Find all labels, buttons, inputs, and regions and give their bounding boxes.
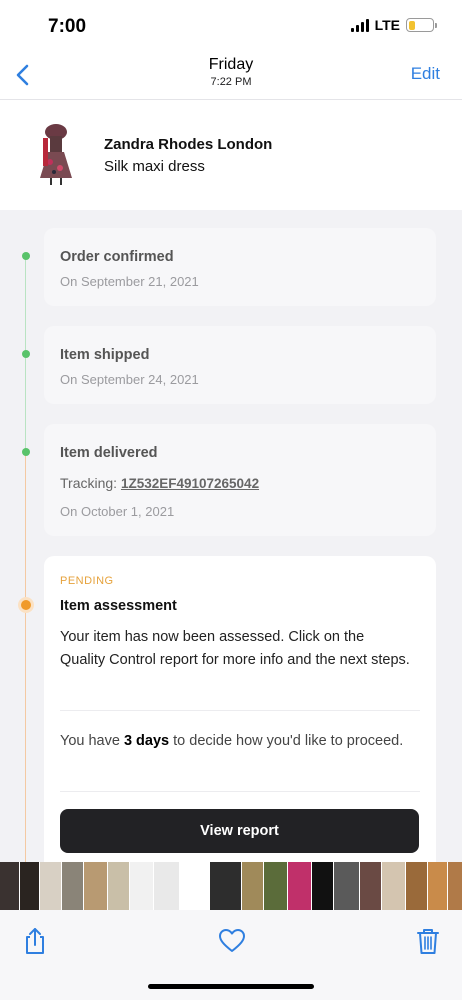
- photo-thumbnail[interactable]: [242, 862, 264, 910]
- nav-bar: Friday 7:22 PM Edit: [0, 50, 462, 100]
- timeline-dot-completed: [22, 252, 30, 260]
- photo-thumbnail[interactable]: [406, 862, 428, 910]
- timeline-dot-completed: [22, 350, 30, 358]
- divider: [60, 791, 420, 792]
- battery-icon: [406, 18, 437, 32]
- decision-days: 3 days: [123, 733, 170, 749]
- home-indicator: [148, 984, 314, 989]
- photo-thumbnail[interactable]: [154, 862, 180, 910]
- timeline-card-item-delivered: Item delivered Tracking: 1Z532EF49107265…: [44, 424, 436, 536]
- timeline-card-item-assessment: PENDING Item assessment Your item has no…: [44, 556, 436, 876]
- photo-thumbnail[interactable]: [428, 862, 448, 910]
- timeline-card-order-confirmed: Order confirmed On September 21, 2021: [44, 228, 436, 306]
- tracking-row: Tracking: 1Z532EF49107265042: [60, 475, 259, 491]
- timeline-title: Order confirmed: [60, 249, 174, 265]
- photo-thumbnail[interactable]: [180, 862, 210, 910]
- nav-title: Friday: [208, 56, 254, 73]
- view-report-button[interactable]: View report: [60, 809, 419, 853]
- network-type: LTE: [374, 17, 400, 33]
- share-icon[interactable]: [20, 926, 50, 956]
- status-badge: PENDING: [60, 575, 114, 587]
- photo-thumbnail[interactable]: [334, 862, 360, 910]
- photo-thumbnail[interactable]: [20, 862, 40, 910]
- tracking-number-link[interactable]: 1Z532EF49107265042: [121, 476, 259, 491]
- trash-icon[interactable]: [413, 926, 443, 956]
- status-indicators: LTE: [350, 17, 437, 33]
- heart-icon[interactable]: [217, 926, 247, 956]
- divider: [60, 710, 420, 711]
- nav-subtitle: 7:22 PM: [210, 76, 252, 88]
- timeline-title: Item delivered: [60, 445, 158, 461]
- photo-thumbnail[interactable]: [40, 862, 62, 910]
- status-bar: 7:00 LTE: [0, 0, 462, 50]
- nav-title-group: Friday 7:22 PM: [0, 56, 462, 88]
- timeline-date: On October 1, 2021: [60, 504, 175, 519]
- timeline-line-pending: [25, 452, 26, 862]
- product-name: Silk maxi dress: [104, 158, 205, 175]
- photo-thumbnail[interactable]: [84, 862, 108, 910]
- photo-thumbnail[interactable]: [0, 862, 20, 910]
- timeline-dot-pending: [21, 600, 31, 610]
- photo-thumbnail[interactable]: [360, 862, 382, 910]
- photo-thumbnail[interactable]: [382, 862, 406, 910]
- assessment-title: Item assessment: [60, 598, 177, 614]
- decision-suffix: to decide how you'd like to proceed.: [169, 733, 404, 749]
- decision-deadline-text: You have 3 days to decide how you'd like…: [60, 730, 410, 753]
- assessment-body: Your item has now been assessed. Click o…: [60, 629, 410, 668]
- photo-thumbnail[interactable]: [108, 862, 130, 910]
- photo-thumbnail[interactable]: [288, 862, 312, 910]
- photo-thumbnail[interactable]: [312, 862, 334, 910]
- cellular-signal-icon: [350, 18, 369, 32]
- product-header: Zandra Rhodes London Silk maxi dress: [0, 100, 462, 210]
- timeline-date: On September 24, 2021: [60, 372, 199, 387]
- status-time: 7:00: [48, 16, 87, 37]
- photo-thumbnail[interactable]: [210, 862, 242, 910]
- photo-thumbnail[interactable]: [448, 862, 462, 910]
- tracking-label: Tracking:: [60, 475, 118, 491]
- timeline-dot-completed: [22, 448, 30, 456]
- timeline-date: On September 21, 2021: [60, 274, 199, 289]
- photo-thumbnail[interactable]: [130, 862, 154, 910]
- product-brand: Zandra Rhodes London: [104, 136, 273, 153]
- decision-prefix: You have: [60, 733, 124, 749]
- product-image[interactable]: [36, 122, 76, 186]
- edit-button[interactable]: Edit: [411, 64, 440, 84]
- photo-thumbnail-strip[interactable]: [0, 862, 462, 910]
- photo-thumbnail[interactable]: [62, 862, 84, 910]
- timeline-title: Item shipped: [60, 347, 150, 363]
- photo-thumbnail[interactable]: [264, 862, 288, 910]
- timeline-card-item-shipped: Item shipped On September 24, 2021: [44, 326, 436, 404]
